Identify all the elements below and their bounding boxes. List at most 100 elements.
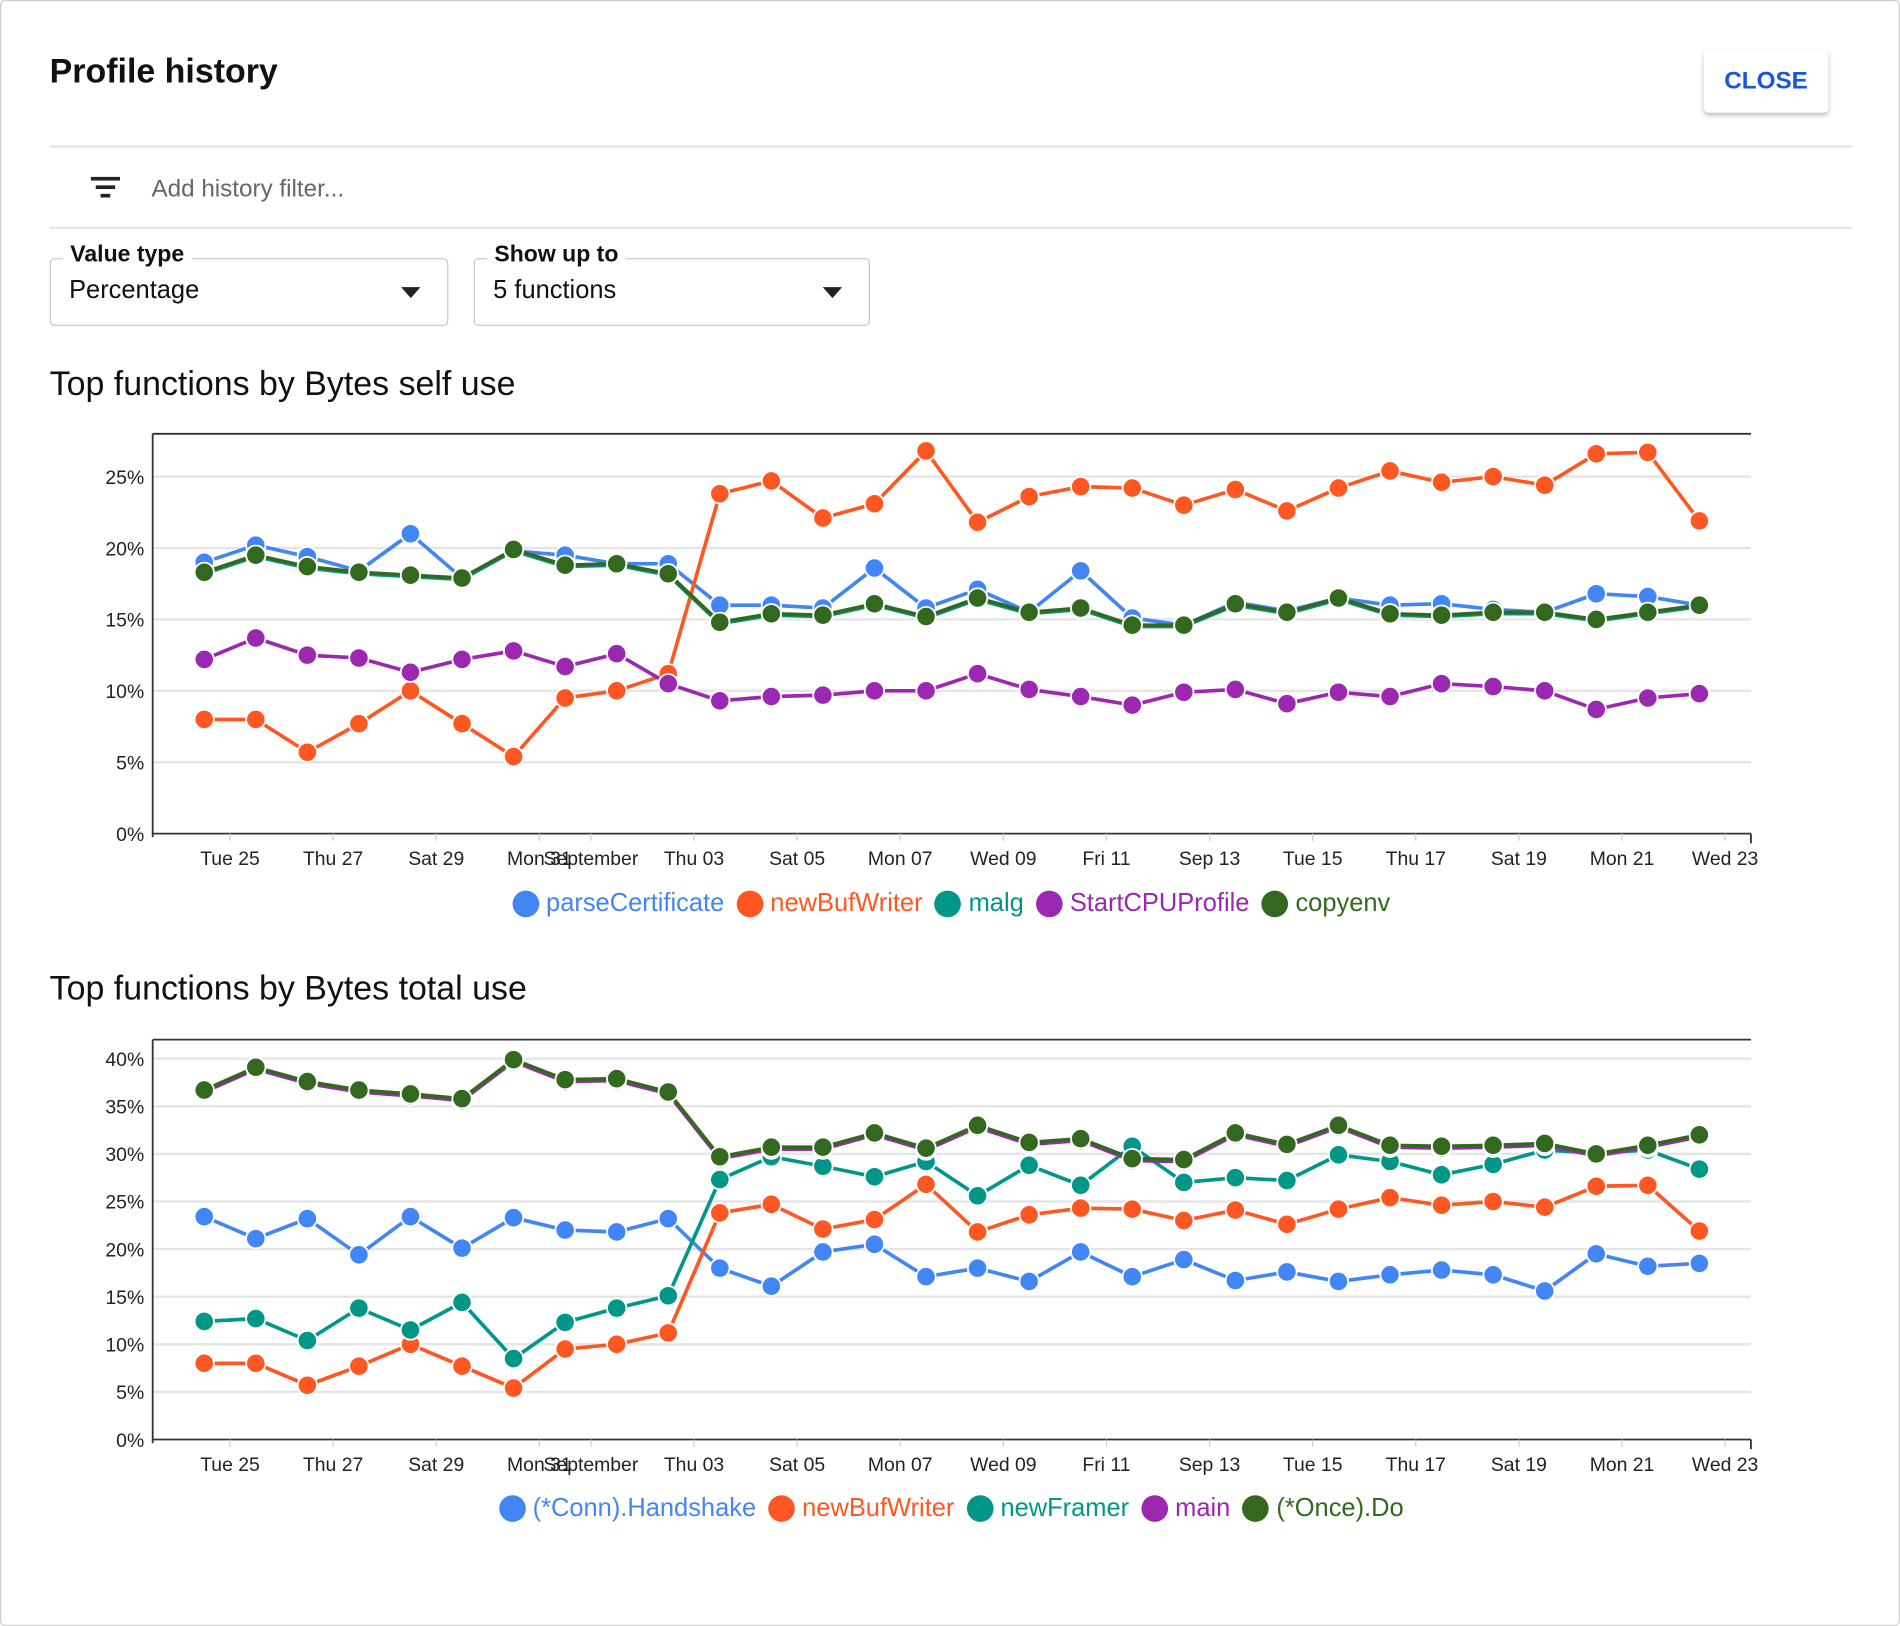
- data-point: [760, 470, 782, 492]
- data-point: [399, 1206, 422, 1228]
- x-tick-label: Wed 23: [1692, 1454, 1758, 1476]
- data-point: [1018, 1270, 1040, 1293]
- data-point: [1430, 471, 1453, 493]
- data-point: [1379, 603, 1401, 625]
- data-point: [1534, 680, 1556, 702]
- y-tick-label: 25%: [105, 467, 144, 489]
- legend-label: StartCPUProfile: [1069, 889, 1250, 918]
- data-point: [296, 1329, 318, 1352]
- data-point: [451, 648, 473, 671]
- x-tick-label: September: [544, 848, 639, 870]
- data-point: [1430, 1259, 1453, 1281]
- y-tick-label: 10%: [105, 1335, 144, 1357]
- x-tick-label: Wed 09: [970, 1454, 1036, 1476]
- data-point: [1173, 1171, 1195, 1194]
- legend-item[interactable]: newFramer: [966, 1494, 1129, 1523]
- legend-label: copyenv: [1295, 889, 1391, 918]
- x-tick-label: September: [544, 1454, 639, 1476]
- value-type-value: Percentage: [69, 276, 200, 305]
- data-point: [502, 745, 525, 768]
- data-point: [1327, 587, 1350, 609]
- data-point: [1688, 1252, 1710, 1274]
- data-point: [502, 1049, 525, 1071]
- data-point: [657, 1208, 679, 1230]
- y-tick-label: 15%: [105, 1287, 144, 1309]
- data-point: [1121, 614, 1143, 636]
- data-point: [863, 593, 886, 615]
- legend-item[interactable]: main: [1141, 1494, 1230, 1523]
- data-point: [1070, 560, 1092, 582]
- close-button[interactable]: CLOSE: [1703, 49, 1829, 113]
- data-point: [502, 1377, 525, 1399]
- data-point: [451, 1088, 473, 1110]
- legend-item[interactable]: copyenv: [1261, 889, 1391, 918]
- x-tick-label: Mon 07: [868, 848, 933, 870]
- data-point: [812, 1218, 834, 1240]
- x-tick-label: Tue 15: [1283, 848, 1343, 870]
- filter-list-icon[interactable]: [90, 176, 120, 200]
- series-line-connhandshake: [203, 1214, 1700, 1293]
- data-point: [245, 1228, 267, 1250]
- data-point: [451, 1291, 473, 1314]
- data-point: [193, 708, 215, 731]
- data-point: [554, 1219, 576, 1241]
- divider: [49, 145, 1853, 148]
- legend-dot-icon: [966, 1495, 994, 1522]
- x-tick-label: Thu 03: [664, 1454, 724, 1476]
- data-point: [1637, 601, 1659, 623]
- value-type-select[interactable]: Value type Percentage: [49, 242, 449, 326]
- dialog-title: Profile history: [49, 52, 278, 90]
- data-point: [760, 1275, 782, 1297]
- data-point: [966, 1221, 989, 1243]
- data-point: [606, 1068, 628, 1090]
- data-point: [1121, 477, 1143, 499]
- data-point: [193, 1352, 215, 1374]
- y-tick-label: 0%: [116, 824, 144, 846]
- data-point: [1173, 1148, 1195, 1171]
- series-line-startcpuprofile: [203, 636, 1700, 712]
- data-point: [812, 604, 834, 626]
- data-point: [245, 544, 267, 566]
- x-tick-label: Sat 05: [769, 1454, 825, 1476]
- history-filter-input[interactable]: [149, 170, 1003, 208]
- y-tick-label: 15%: [105, 610, 144, 632]
- legend-item[interactable]: parseCertificate: [512, 889, 724, 918]
- data-point: [193, 1310, 215, 1333]
- legend-item[interactable]: malg: [934, 889, 1024, 918]
- data-point: [709, 1146, 731, 1168]
- legend-item[interactable]: newBufWriter: [736, 889, 923, 918]
- y-tick-label: 5%: [116, 753, 144, 775]
- data-point: [399, 564, 422, 586]
- data-point: [863, 1208, 886, 1231]
- data-point: [1121, 694, 1143, 716]
- data-point: [348, 713, 370, 735]
- legend-item[interactable]: (*Once).Do: [1242, 1494, 1404, 1523]
- data-point: [1585, 443, 1607, 465]
- x-tick-label: Sat 29: [408, 1454, 464, 1476]
- series-line-newbufwriter: [204, 449, 1701, 759]
- data-point: [1430, 1164, 1453, 1186]
- data-point: [812, 1136, 834, 1158]
- data-point: [709, 483, 731, 505]
- data-point: [606, 643, 628, 665]
- data-point: [1327, 1114, 1350, 1136]
- data-point: [1224, 478, 1246, 501]
- dropdown-arrow-icon: [401, 287, 421, 299]
- legend-item[interactable]: (*Conn).Handshake: [498, 1494, 756, 1523]
- data-point: [760, 603, 782, 625]
- data-point: [451, 567, 473, 589]
- data-point: [193, 1079, 215, 1101]
- self-use-chart: 0%5%10%15%20%25%Tue 25 Thu 27 Sat 29 Mon 31…: [105, 432, 1758, 870]
- data-point: [760, 1136, 782, 1158]
- data-point: [1070, 685, 1092, 708]
- data-point: [1276, 500, 1298, 522]
- data-point: [1482, 601, 1504, 623]
- x-tick-label: Thu 03: [664, 848, 724, 870]
- x-tick-label: Sat 05: [769, 848, 825, 870]
- data-point: [812, 507, 834, 529]
- legend-item[interactable]: newBufWriter: [768, 1494, 954, 1523]
- series-line-oncedo: [203, 1057, 1700, 1162]
- legend-dot-icon: [1242, 1495, 1270, 1522]
- show-up-to-select[interactable]: Show up to 5 functions: [473, 242, 871, 326]
- legend-item[interactable]: StartCPUProfile: [1035, 889, 1250, 918]
